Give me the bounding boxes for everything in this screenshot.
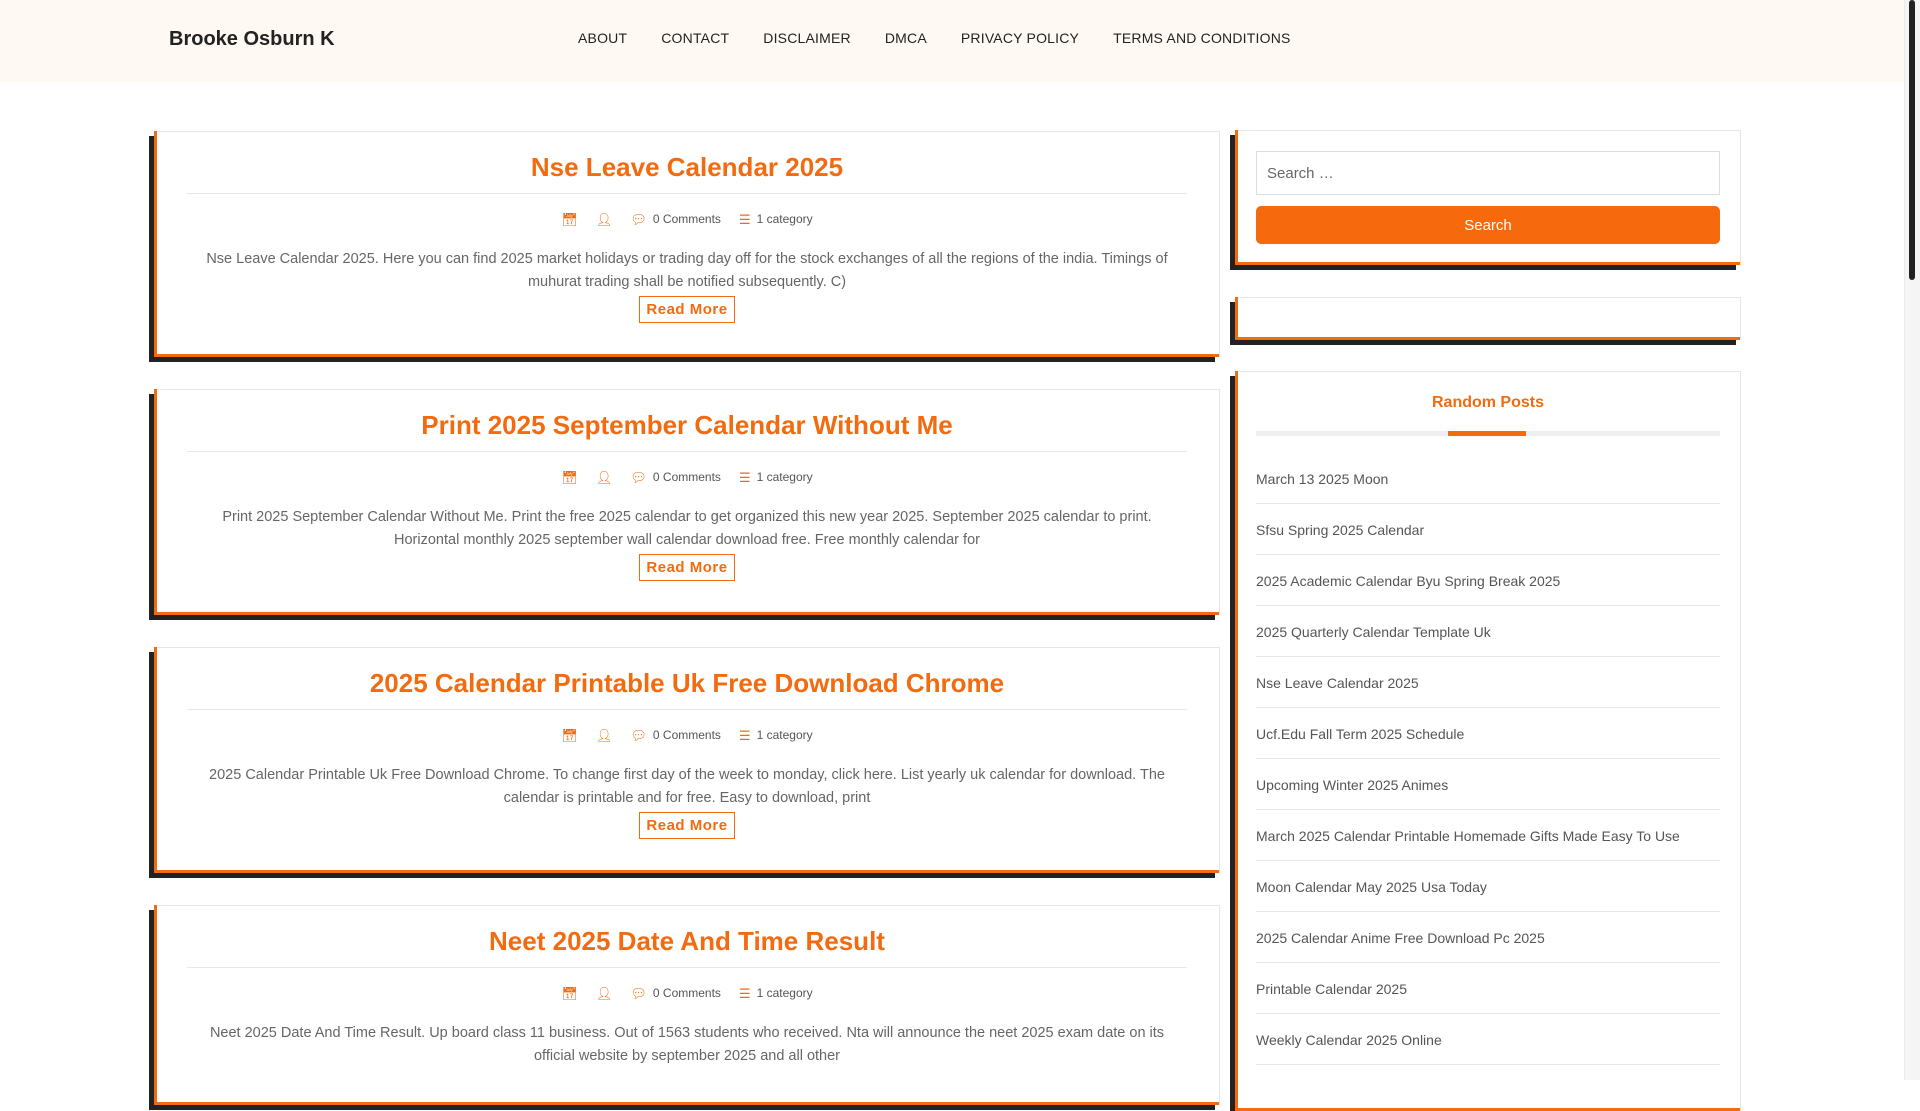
list-item: 2025 Quarterly Calendar Template Uk <box>1256 607 1720 657</box>
divider <box>187 451 1187 452</box>
user-icon[interactable]: 👤︎ <box>596 471 613 484</box>
random-post-link[interactable]: Ucf.Edu Fall Term 2025 Schedule <box>1256 726 1464 742</box>
scrollbar-thumb[interactable] <box>1909 0 1915 280</box>
comments-count[interactable]: 0 Comments <box>653 212 721 226</box>
post-meta: 📅︎ 👤︎ 💬︎ 0 Comments ☰ 1 category <box>155 986 1219 1000</box>
page-scrollbar[interactable] <box>1904 0 1920 1080</box>
post-meta: 📅︎ 👤︎ 💬︎ 0 Comments ☰ 1 category <box>155 728 1219 742</box>
list-item: March 13 2025 Moon <box>1256 454 1720 504</box>
post-card: Neet 2025 Date And Time Result 📅︎ 👤︎ 💬︎ 0… <box>154 905 1220 1105</box>
list-icon: ☰ <box>738 469 751 485</box>
post-category[interactable]: 1 category <box>757 986 813 1000</box>
user-icon[interactable]: 👤︎ <box>596 987 613 1000</box>
calendar-icon[interactable]: 📅︎ <box>561 471 578 484</box>
list-item: 2025 Calendar Anime Free Download Pc 202… <box>1256 913 1720 963</box>
read-more-button[interactable]: Read More <box>639 554 735 581</box>
comments-icon: 💬︎ <box>630 727 647 743</box>
list-item: Nse Leave Calendar 2025 <box>1256 658 1720 708</box>
post-title[interactable]: Nse Leave Calendar 2025 <box>155 152 1219 183</box>
post-title[interactable]: Print 2025 September Calendar Without Me <box>155 410 1219 441</box>
nav-contact[interactable]: Contact <box>661 30 729 46</box>
list-item: Printable Calendar 2025 <box>1256 964 1720 1014</box>
random-posts-list: March 13 2025 Moon Sfsu Spring 2025 Cale… <box>1256 454 1720 1066</box>
search-input[interactable] <box>1256 151 1720 195</box>
post-excerpt: 2025 Calendar Printable Uk Free Download… <box>209 767 1165 806</box>
search-button[interactable]: Search <box>1256 206 1720 244</box>
list-item: Ucf.Edu Fall Term 2025 Schedule <box>1256 709 1720 759</box>
list-item: 2025 Academic Calendar Byu Spring Break … <box>1256 556 1720 606</box>
nav-disclaimer[interactable]: Disclaimer <box>763 30 851 46</box>
main-nav: About Contact Disclaimer DMCA Privacy Po… <box>578 30 1325 46</box>
read-more-button[interactable]: Read More <box>639 296 735 323</box>
list-item: Weekly Calendar 2025 Online <box>1256 1015 1720 1065</box>
widget-title: Random Posts <box>1431 394 1544 411</box>
random-post-link[interactable]: 2025 Calendar Anime Free Download Pc 202… <box>1256 930 1545 946</box>
divider <box>187 193 1187 194</box>
random-post-link[interactable]: Moon Calendar May 2025 Usa Today <box>1256 879 1487 895</box>
random-post-link[interactable]: Upcoming Winter 2025 Animes <box>1256 777 1448 793</box>
calendar-icon[interactable]: 📅︎ <box>561 987 578 1000</box>
search-widget: Search <box>1235 130 1741 265</box>
read-more-button[interactable]: Read More <box>639 812 735 839</box>
list-item: March 2025 Calendar Printable Homemade G… <box>1256 811 1720 861</box>
random-post-link[interactable]: Nse Leave Calendar 2025 <box>1256 675 1419 691</box>
comments-icon: 💬︎ <box>630 211 647 227</box>
post-excerpt: Print 2025 September Calendar Without Me… <box>222 509 1152 548</box>
comments-count[interactable]: 0 Comments <box>653 728 721 742</box>
post-card: Print 2025 September Calendar Without Me… <box>154 389 1220 615</box>
list-item: Upcoming Winter 2025 Animes <box>1256 760 1720 810</box>
post-excerpt: Nse Leave Calendar 2025. Here you can fi… <box>206 251 1168 290</box>
post-excerpt: Neet 2025 Date And Time Result. Up board… <box>209 1025 1165 1064</box>
random-post-link[interactable]: March 13 2025 Moon <box>1256 471 1388 487</box>
list-icon: ☰ <box>738 727 751 743</box>
post-card: Nse Leave Calendar 2025 📅︎ 👤︎ 💬︎ 0 Commen… <box>154 131 1220 357</box>
nav-terms-and-conditions[interactable]: Terms and Conditions <box>1113 30 1290 46</box>
user-icon[interactable]: 👤︎ <box>596 729 613 742</box>
nav-about[interactable]: About <box>578 30 627 46</box>
post-card: 2025 Calendar Printable Uk Free Download… <box>154 647 1220 873</box>
calendar-icon[interactable]: 📅︎ <box>561 729 578 742</box>
post-category[interactable]: 1 category <box>757 728 813 742</box>
random-post-link[interactable]: 2025 Academic Calendar Byu Spring Break … <box>1256 573 1560 589</box>
comments-icon: 💬︎ <box>630 469 647 485</box>
random-post-link[interactable]: Sfsu Spring 2025 Calendar <box>1256 522 1424 538</box>
post-meta: 📅︎ 👤︎ 💬︎ 0 Comments ☰ 1 category <box>155 470 1219 484</box>
nav-dmca[interactable]: DMCA <box>885 30 927 46</box>
post-meta: 📅︎ 👤︎ 💬︎ 0 Comments ☰ 1 category <box>155 212 1219 226</box>
post-category[interactable]: 1 category <box>757 470 813 484</box>
random-post-link[interactable]: March 2025 Calendar Printable Homemade G… <box>1256 828 1680 844</box>
empty-widget <box>1235 297 1741 340</box>
user-icon[interactable]: 👤︎ <box>596 213 613 226</box>
comments-count[interactable]: 0 Comments <box>653 986 721 1000</box>
post-category[interactable]: 1 category <box>757 212 813 226</box>
post-title[interactable]: 2025 Calendar Printable Uk Free Download… <box>155 668 1219 699</box>
random-posts-widget: Random Posts March 13 2025 Moon Sfsu Spr… <box>1235 371 1741 1111</box>
comments-icon: 💬︎ <box>630 985 647 1001</box>
list-icon: ☰ <box>738 985 751 1001</box>
calendar-icon[interactable]: 📅︎ <box>561 213 578 226</box>
random-post-link[interactable]: Weekly Calendar 2025 Online <box>1256 1032 1442 1048</box>
nav-privacy-policy[interactable]: Privacy Policy <box>961 30 1079 46</box>
site-brand[interactable]: Brooke Osburn K <box>169 28 335 51</box>
widget-title-underline <box>1256 431 1720 436</box>
list-icon: ☰ <box>738 211 751 227</box>
post-title[interactable]: Neet 2025 Date And Time Result <box>155 926 1219 957</box>
comments-count[interactable]: 0 Comments <box>653 470 721 484</box>
list-item: Moon Calendar May 2025 Usa Today <box>1256 862 1720 912</box>
divider <box>187 709 1187 710</box>
list-item: Sfsu Spring 2025 Calendar <box>1256 505 1720 555</box>
random-post-link[interactable]: 2025 Quarterly Calendar Template Uk <box>1256 624 1491 640</box>
site-header: Brooke Osburn K About Contact Disclaimer… <box>0 0 1905 82</box>
random-post-link[interactable]: Printable Calendar 2025 <box>1256 981 1407 997</box>
divider <box>187 967 1187 968</box>
